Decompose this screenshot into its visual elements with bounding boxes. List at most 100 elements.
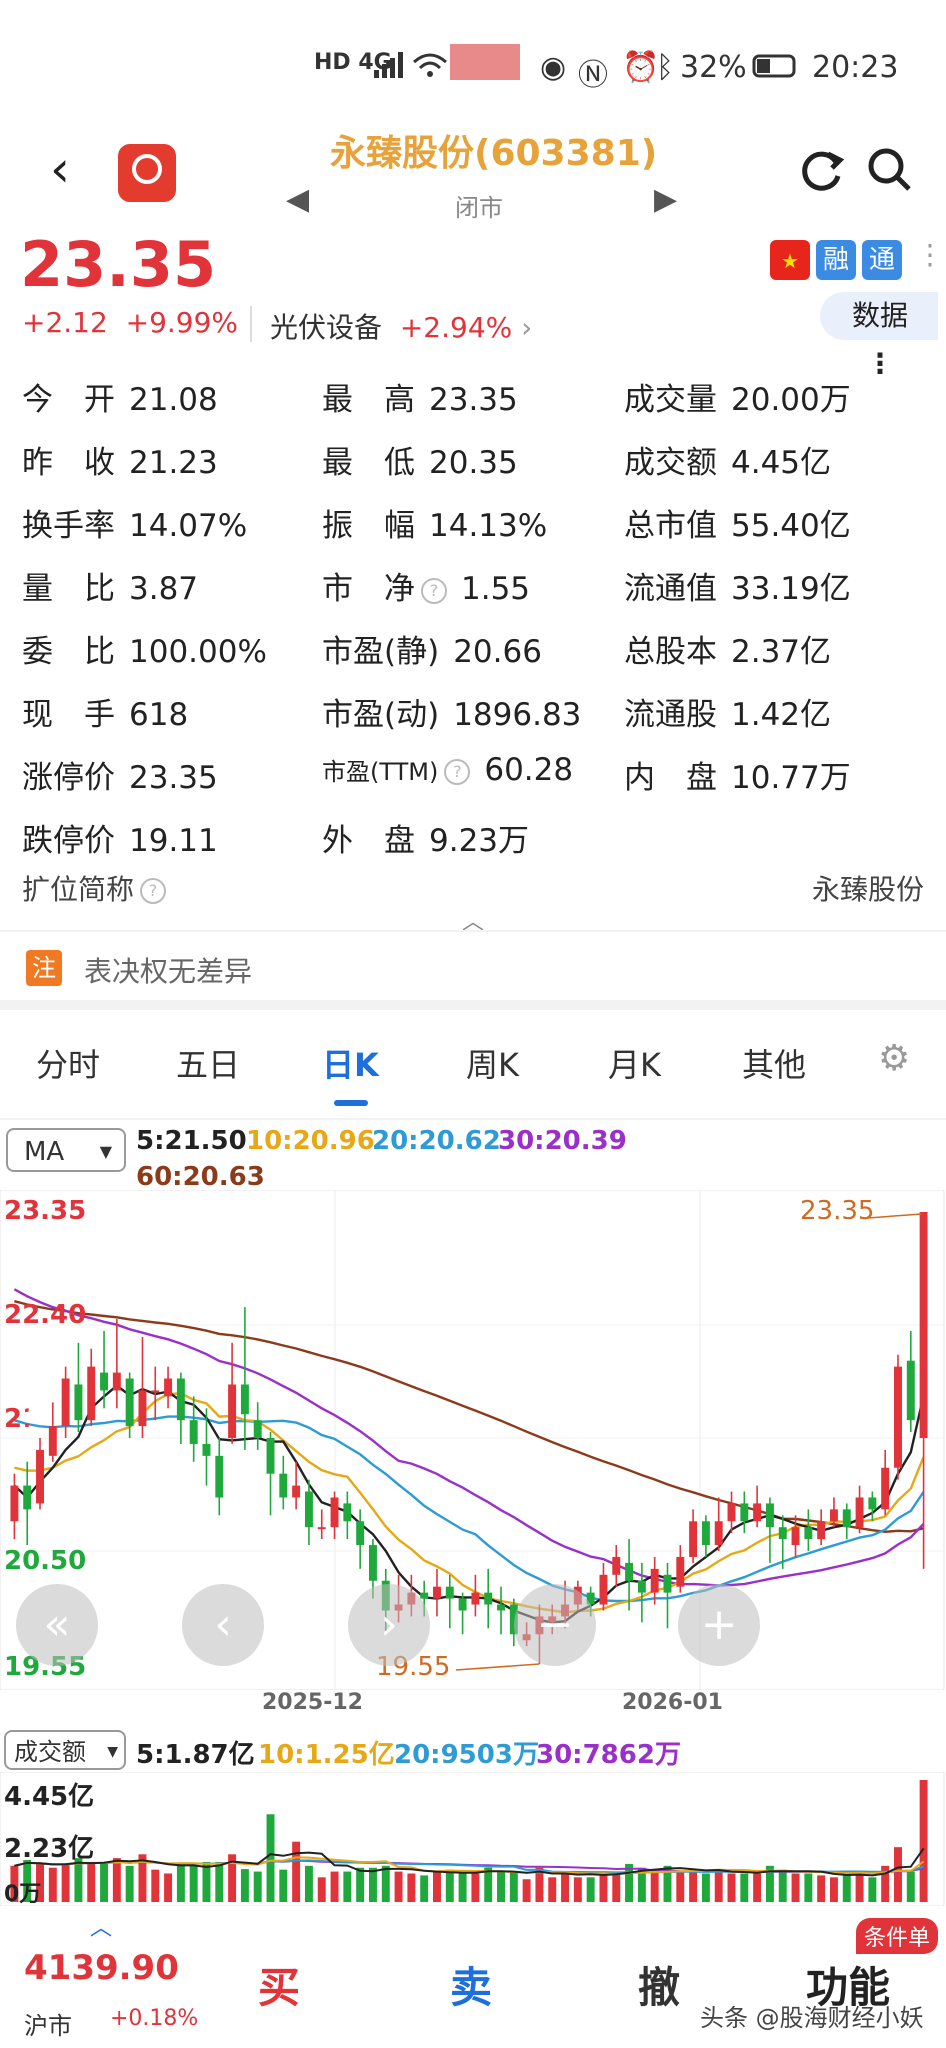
metric-item: 昨 收 21.23: [22, 437, 218, 482]
metric-item: 最 低 20.35: [322, 437, 518, 482]
metric-value: 14.07%: [129, 508, 248, 544]
y-tick-max: 23.35: [4, 1196, 87, 1226]
zoom-in-button[interactable]: +: [678, 1584, 760, 1666]
sell-button[interactable]: 卖: [450, 1954, 492, 2015]
metric-label: 最 高: [322, 382, 415, 418]
sector-link[interactable]: 光伏设备 +2.94% ›: [270, 306, 532, 346]
volume-bar: [497, 1871, 505, 1902]
metric-item: 今 开 21.08: [22, 374, 218, 419]
candle-body: [804, 1527, 813, 1540]
conditional-order-tag: 条件单: [856, 1918, 939, 1954]
volume-bar: [753, 1873, 762, 1902]
data-button-label: 数据: [852, 299, 909, 332]
volume-bar: [189, 1865, 198, 1902]
candle-body: [138, 1390, 147, 1427]
search-icon[interactable]: [866, 146, 914, 198]
scroll-right-button[interactable]: ›: [348, 1584, 430, 1666]
connect-badge: 通: [862, 240, 902, 280]
index-value[interactable]: 4139.90: [24, 1948, 179, 1988]
help-icon[interactable]: ?: [444, 758, 471, 785]
candle-body: [701, 1521, 710, 1546]
ma-select[interactable]: MA ▼: [6, 1128, 126, 1172]
gear-icon[interactable]: ⚙: [878, 1038, 910, 1079]
candle-body: [919, 1212, 928, 1438]
tab-monthly-k[interactable]: 月K: [608, 1040, 661, 1086]
metric-value: 20.35: [429, 445, 518, 481]
volume-bar: [522, 1879, 531, 1902]
cancel-button[interactable]: 撤: [638, 1954, 680, 2015]
chart-frame: [0, 1190, 945, 1690]
volume-bar: [778, 1869, 787, 1902]
kline-chart[interactable]: [0, 1190, 946, 1690]
volume-select[interactable]: 成交额 ▼: [4, 1730, 126, 1770]
metric-label: 涨停价: [22, 760, 115, 796]
tab-intraday[interactable]: 分时: [36, 1040, 100, 1086]
signal-icon: [372, 50, 406, 88]
candle-body: [881, 1467, 890, 1510]
candle-body: [215, 1455, 224, 1498]
metric-item: 换手率 14.07%: [22, 500, 247, 545]
metric-item: 成交量 20.00万: [624, 374, 851, 419]
volume-bar: [894, 1847, 902, 1902]
metric-item: 涨停价 23.35: [22, 752, 218, 797]
candle-body: [625, 1562, 634, 1581]
candle-body: [151, 1390, 160, 1393]
metric-value: 100.00%: [129, 634, 267, 670]
change-value: +2.12: [22, 306, 108, 339]
metric-label: 市 净: [322, 571, 415, 607]
candle-body: [87, 1366, 96, 1421]
more-vert-icon[interactable]: ⋮: [916, 238, 944, 271]
volume-bar: [509, 1871, 518, 1902]
bottom-bar: ︿ 4139.90 沪市 +0.18% 买 卖 撤 功能 条件单 头条 @股海财…: [0, 1910, 946, 2048]
short-name-value: 永臻股份: [811, 873, 924, 906]
metric-item: 市盈(静) 20.66: [322, 626, 542, 671]
back-icon[interactable]: ‹: [50, 140, 70, 198]
ma60-legend: 60:20.63: [136, 1162, 265, 1192]
volume-select-label: 成交额: [14, 1738, 86, 1766]
next-stock-icon[interactable]: ▶: [654, 182, 677, 217]
rewind-button[interactable]: «: [16, 1584, 98, 1666]
data-button[interactable]: 数据 ⋮: [820, 292, 938, 380]
volume-bar: [445, 1869, 454, 1902]
short-name-label: 扩位简称?: [22, 868, 167, 908]
buy-button[interactable]: 买: [258, 1954, 300, 2015]
volume-bar: [356, 1867, 365, 1902]
candle-body: [279, 1473, 288, 1498]
metric-item: 跌停价 19.11: [22, 815, 218, 860]
volume-bar: [317, 1877, 326, 1902]
refresh-icon[interactable]: [798, 146, 846, 198]
candle-body: [317, 1527, 326, 1530]
candle-body: [689, 1521, 698, 1557]
short-name-label-text: 扩位简称: [22, 873, 135, 906]
tab-five-day[interactable]: 五日: [176, 1040, 240, 1086]
volume-bar: [330, 1871, 339, 1902]
vol5-legend: 5:1.87亿: [136, 1740, 255, 1770]
volume-bar: [279, 1869, 288, 1902]
volume-bar: [100, 1861, 109, 1902]
candle-body: [740, 1503, 749, 1522]
volume-bar: [61, 1863, 70, 1902]
expand-icon[interactable]: ︿: [90, 1910, 112, 1942]
tab-daily-k[interactable]: 日K: [322, 1040, 379, 1086]
metric-value: 23.35: [129, 760, 218, 796]
zoom-out-button[interactable]: −: [514, 1584, 596, 1666]
prev-stock-icon[interactable]: ◀: [286, 182, 309, 217]
eye-icon: ◉: [540, 50, 567, 85]
metric-item: 流通股 1.42亿: [624, 689, 831, 734]
ma-line-30: [13, 1288, 925, 1587]
help-icon[interactable]: ?: [421, 577, 447, 604]
volume-bar: [919, 1780, 928, 1902]
volume-bar: [112, 1858, 121, 1902]
tab-other[interactable]: 其他: [742, 1040, 806, 1086]
battery-icon: [752, 50, 802, 88]
margin-badge: 融: [816, 240, 856, 280]
volume-bar: [906, 1871, 915, 1902]
scroll-left-button[interactable]: ‹: [182, 1584, 264, 1666]
candle-body: [368, 1545, 377, 1581]
ma20-legend: 20:20.62: [372, 1126, 501, 1156]
tab-weekly-k[interactable]: 周K: [466, 1040, 519, 1086]
volume-chart[interactable]: [0, 1772, 946, 1906]
help-icon[interactable]: ?: [140, 878, 167, 904]
candle-body: [714, 1521, 723, 1546]
vol-tick-zero: 0万: [4, 1882, 42, 1907]
